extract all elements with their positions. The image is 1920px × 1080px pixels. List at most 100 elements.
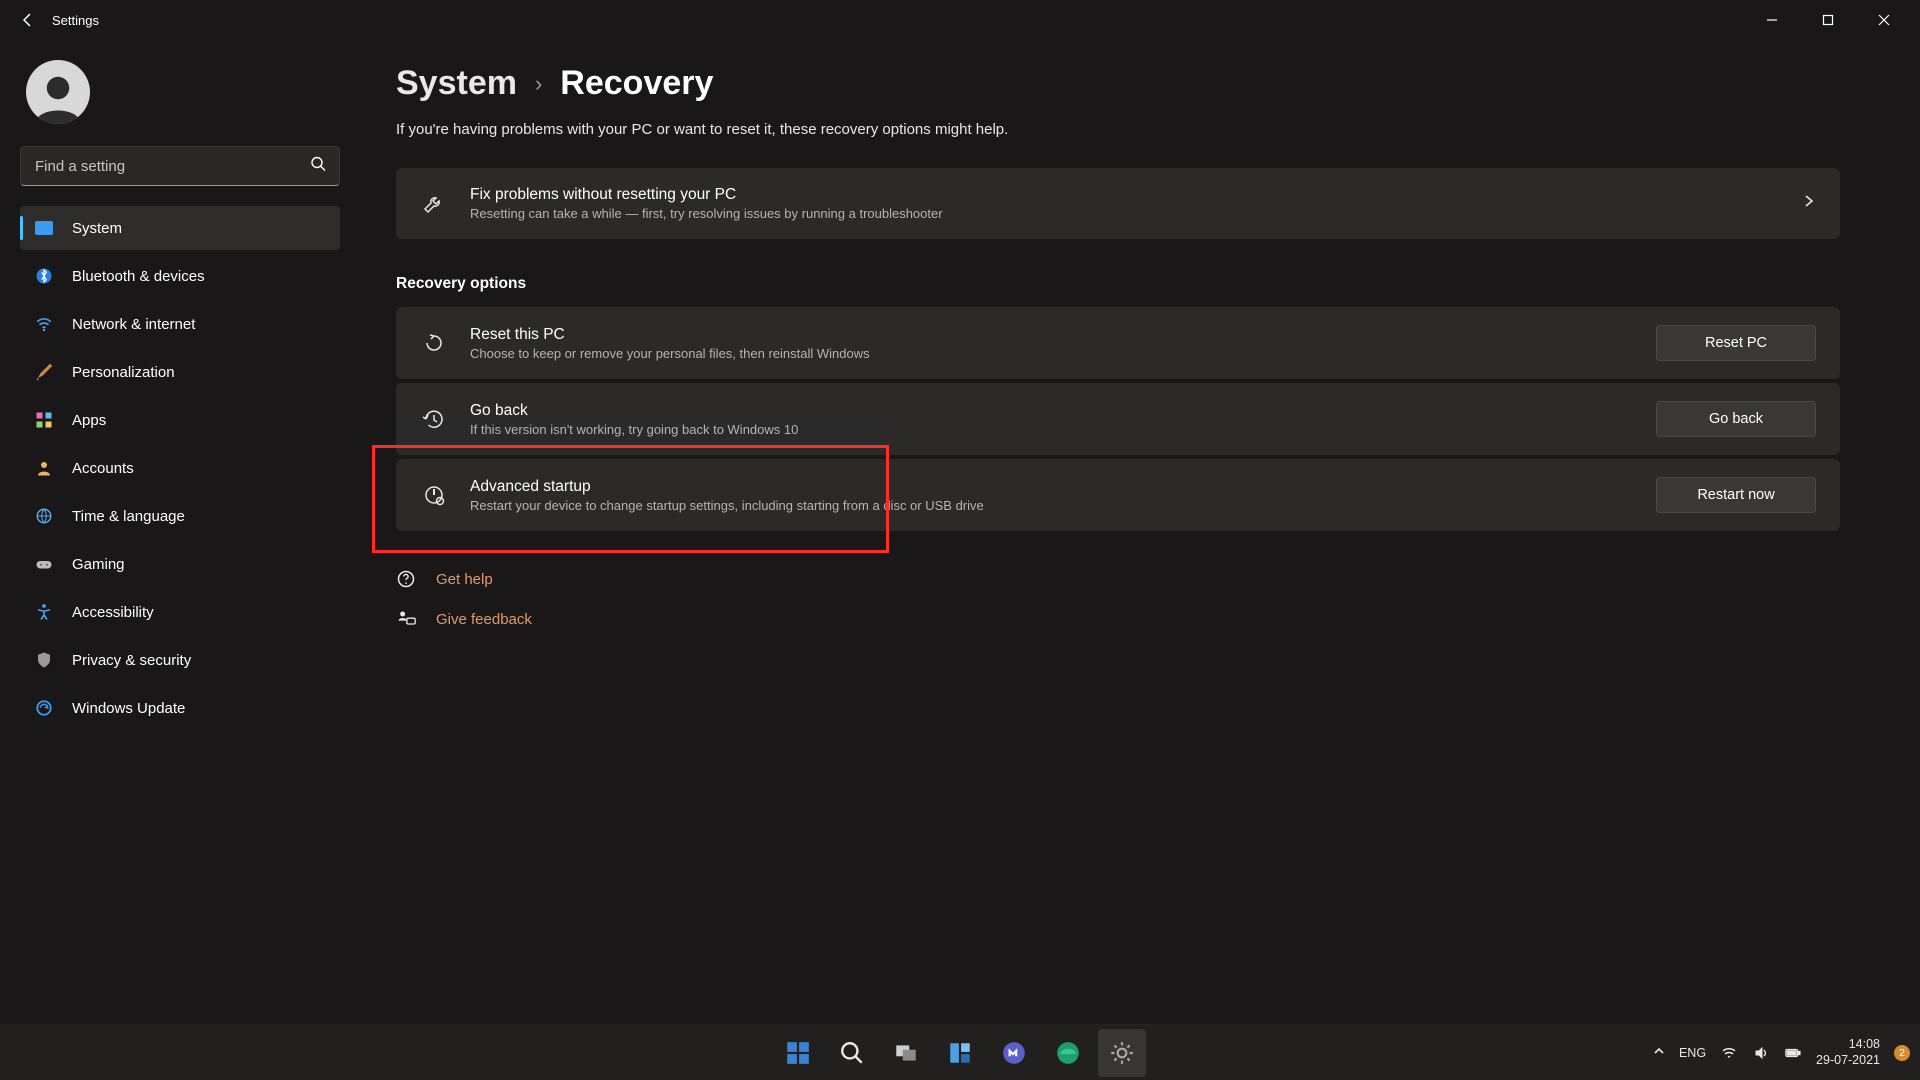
wifi-icon	[34, 314, 54, 334]
feedback-icon	[396, 609, 416, 629]
go-back-button[interactable]: Go back	[1656, 401, 1816, 437]
card-desc: Choose to keep or remove your personal f…	[470, 346, 1634, 361]
apps-icon	[34, 410, 54, 430]
search-box[interactable]	[20, 146, 340, 186]
notification-badge[interactable]: 2	[1894, 1045, 1910, 1061]
taskbar-center	[774, 1029, 1146, 1077]
nav-label: Apps	[72, 412, 106, 429]
recovery-options-list: Reset this PC Choose to keep or remove y…	[396, 307, 1840, 531]
nav-time-language[interactable]: Time & language	[20, 494, 340, 538]
nav-label: Windows Update	[72, 700, 185, 717]
card-desc: Restart your device to change startup se…	[470, 498, 1634, 513]
breadcrumb-parent[interactable]: System	[396, 64, 517, 103]
nav-label: Time & language	[72, 508, 185, 525]
tray-overflow-button[interactable]	[1653, 1044, 1665, 1062]
avatar	[26, 60, 90, 124]
maximize-button[interactable]	[1800, 0, 1856, 40]
nav-windows-update[interactable]: Windows Update	[20, 686, 340, 730]
nav-gaming[interactable]: Gaming	[20, 542, 340, 586]
titlebar: Settings	[0, 0, 1920, 40]
card-desc: Resetting can take a while — first, try …	[470, 206, 1780, 221]
go-back-card: Go back If this version isn't working, t…	[396, 383, 1840, 455]
nav-label: Gaming	[72, 556, 125, 573]
card-title: Advanced startup	[470, 478, 1634, 496]
edge-button[interactable]	[1044, 1029, 1092, 1077]
minimize-button[interactable]	[1744, 0, 1800, 40]
nav-network[interactable]: Network & internet	[20, 302, 340, 346]
give-feedback-link[interactable]: Give feedback	[396, 605, 1840, 633]
time-text: 14:08	[1816, 1037, 1880, 1053]
link-label: Get help	[436, 571, 493, 588]
nav-privacy[interactable]: Privacy & security	[20, 638, 340, 682]
task-view-button[interactable]	[882, 1029, 930, 1077]
minimize-icon	[1766, 14, 1778, 26]
task-view-icon	[893, 1040, 919, 1066]
paintbrush-icon	[34, 362, 54, 382]
link-label: Give feedback	[436, 611, 532, 628]
nav-accounts[interactable]: Accounts	[20, 446, 340, 490]
search-icon	[839, 1040, 865, 1066]
language-indicator[interactable]: ENG	[1679, 1046, 1706, 1060]
volume-tray-icon[interactable]	[1752, 1044, 1770, 1062]
help-icon	[396, 569, 416, 589]
chevron-right-icon	[1802, 194, 1816, 213]
system-tray: ENG 14:08 29-07-2021 2	[1653, 1037, 1910, 1068]
monitor-icon	[34, 218, 54, 238]
reset-pc-card: Reset this PC Choose to keep or remove y…	[396, 307, 1840, 379]
page-subtitle: If you're having problems with your PC o…	[396, 121, 1840, 138]
get-help-link[interactable]: Get help	[396, 565, 1840, 593]
date-text: 29-07-2021	[1816, 1053, 1880, 1069]
settings-taskbar-button[interactable]	[1098, 1029, 1146, 1077]
nav-label: Bluetooth & devices	[72, 268, 205, 285]
wifi-tray-icon[interactable]	[1720, 1044, 1738, 1062]
search-icon	[310, 156, 326, 177]
nav-personalization[interactable]: Personalization	[20, 350, 340, 394]
start-button[interactable]	[774, 1029, 822, 1077]
reset-pc-button[interactable]: Reset PC	[1656, 325, 1816, 361]
card-title: Reset this PC	[470, 326, 1634, 344]
chat-button[interactable]	[990, 1029, 1038, 1077]
nav-label: Network & internet	[72, 316, 195, 333]
recovery-options-heading: Recovery options	[396, 275, 1840, 293]
fix-problems-card[interactable]: Fix problems without resetting your PC R…	[396, 168, 1840, 239]
user-profile[interactable]	[20, 52, 340, 146]
nav-list: System Bluetooth & devices Network & int…	[20, 206, 340, 730]
nav-system[interactable]: System	[20, 206, 340, 250]
advanced-startup-card: Advanced startup Restart your device to …	[396, 459, 1840, 531]
nav-accessibility[interactable]: Accessibility	[20, 590, 340, 634]
nav-bluetooth[interactable]: Bluetooth & devices	[20, 254, 340, 298]
card-title: Fix problems without resetting your PC	[470, 186, 1780, 204]
widgets-button[interactable]	[936, 1029, 984, 1077]
search-input[interactable]	[20, 146, 340, 186]
nav-label: Personalization	[72, 364, 175, 381]
nav-apps[interactable]: Apps	[20, 398, 340, 442]
window-controls	[1744, 0, 1912, 40]
taskbar: ENG 14:08 29-07-2021 2	[0, 1024, 1920, 1080]
nav-label: Accessibility	[72, 604, 154, 621]
breadcrumb: System › Recovery	[396, 64, 1840, 103]
accessibility-icon	[34, 602, 54, 622]
wrench-icon	[420, 192, 448, 216]
shield-icon	[34, 650, 54, 670]
page-title: Recovery	[560, 64, 713, 103]
clock[interactable]: 14:08 29-07-2021	[1816, 1037, 1880, 1068]
restart-now-button[interactable]: Restart now	[1656, 477, 1816, 513]
update-icon	[34, 698, 54, 718]
nav-label: System	[72, 220, 122, 237]
gear-icon	[1109, 1040, 1135, 1066]
history-icon	[420, 407, 448, 431]
bluetooth-icon	[34, 266, 54, 286]
card-title: Go back	[470, 402, 1634, 420]
card-desc: If this version isn't working, try going…	[470, 422, 1634, 437]
edge-icon	[1055, 1040, 1081, 1066]
taskbar-search-button[interactable]	[828, 1029, 876, 1077]
battery-tray-icon[interactable]	[1784, 1044, 1802, 1062]
gamepad-icon	[34, 554, 54, 574]
back-button[interactable]	[8, 0, 48, 40]
arrow-left-icon	[20, 12, 36, 28]
close-button[interactable]	[1856, 0, 1912, 40]
close-icon	[1878, 14, 1890, 26]
power-gear-icon	[420, 483, 448, 507]
main-content: System › Recovery If you're having probl…	[360, 40, 1920, 1024]
nav-label: Privacy & security	[72, 652, 191, 669]
